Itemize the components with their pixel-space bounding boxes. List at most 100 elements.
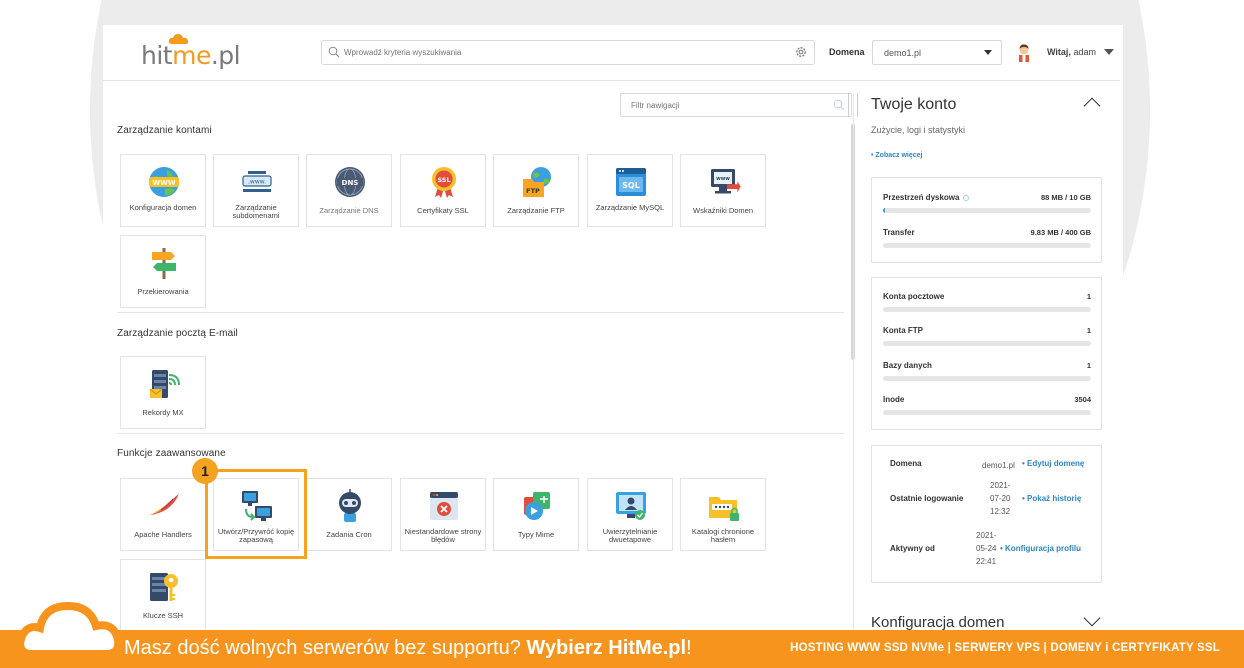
user-menu-chevron-icon[interactable] bbox=[1104, 49, 1114, 55]
step-badge: 1 bbox=[192, 458, 218, 484]
user-greeting[interactable]: Witaj, adam bbox=[1047, 47, 1096, 57]
progress-bar bbox=[883, 376, 1091, 381]
tile-domain-config[interactable]: WWW Konfiguracja domen bbox=[120, 154, 206, 227]
progress-bar bbox=[883, 410, 1091, 415]
password-folder-icon bbox=[709, 497, 739, 521]
section-divider bbox=[117, 433, 844, 434]
tile-label: Zarządzanie subdomenami bbox=[232, 203, 280, 220]
account-info-card: Domena demo1.pl • Edytuj domenę Ostatnie… bbox=[871, 445, 1102, 583]
tile-label: Klucze SSH bbox=[142, 611, 184, 620]
tile-label: Zarządzanie DNS bbox=[319, 206, 379, 215]
info-key: Domena bbox=[890, 459, 922, 468]
see-more-link[interactable]: • Zobacz więcej bbox=[871, 152, 922, 159]
stat-value: 88 MB / 10 GB bbox=[1040, 193, 1091, 202]
profile-config-link[interactable]: • Konfiguracja profilu bbox=[1000, 544, 1081, 553]
section-title-accounts: Zarządzanie kontami bbox=[117, 125, 212, 136]
tile-label: Rekordy MX bbox=[142, 408, 184, 417]
mx-server-icon bbox=[149, 370, 180, 398]
tile-label: Zarządzanie FTP bbox=[507, 206, 565, 215]
domain-label: Domena bbox=[829, 47, 865, 57]
navigation-panel: Zarządzanie kontami WWW Konfiguracja dom… bbox=[103, 82, 858, 632]
search-icon bbox=[328, 46, 340, 58]
tile-redirects[interactable]: Przekierowania bbox=[120, 235, 206, 308]
stat-name: Konta FTP bbox=[883, 326, 923, 335]
logo-cloud-icon bbox=[168, 34, 189, 44]
svg-text:DNS: DNS bbox=[342, 179, 359, 187]
section-title-advanced: Funkcje zaawansowane bbox=[117, 448, 226, 459]
tile-label: Typy Mime bbox=[517, 530, 555, 539]
svg-text:SQL: SQL bbox=[622, 181, 640, 190]
progress-bar bbox=[883, 307, 1091, 312]
info-value: demo1.pl bbox=[982, 461, 1015, 470]
banner-slogan: Masz dość wolnych serwerów bez supportu?… bbox=[124, 637, 692, 659]
two-factor-icon bbox=[616, 492, 646, 520]
tile-mysql[interactable]: SQL Zarządzanie MySQL bbox=[587, 154, 673, 227]
refresh-icon[interactable] bbox=[963, 194, 970, 201]
tile-two-factor[interactable]: Uwierzytelnianie dwuetapowe bbox=[587, 478, 673, 551]
progress-bar bbox=[883, 208, 1091, 213]
error-page-icon bbox=[430, 492, 458, 520]
domains-config-title[interactable]: Konfiguracja domen bbox=[871, 614, 1004, 631]
svg-text:WWW: WWW bbox=[152, 179, 175, 187]
tile-label: Zadania Cron bbox=[326, 530, 372, 539]
tile-mx-records[interactable]: Rekordy MX bbox=[120, 356, 206, 429]
tile-label: Konfiguracja domen bbox=[129, 203, 197, 212]
domain-select-value: demo1.pl bbox=[884, 48, 922, 58]
search-input[interactable] bbox=[344, 41, 784, 64]
tile-label: Certyfikaty SSL bbox=[417, 206, 469, 215]
progress-fill bbox=[883, 208, 885, 213]
hitme-logo[interactable]: hitme.pl bbox=[141, 41, 241, 70]
info-key: Aktywny od bbox=[890, 544, 935, 553]
ssl-certificate-icon: SSL bbox=[432, 167, 456, 198]
section-title-email: Zarządzanie pocztą E-mail bbox=[117, 328, 238, 339]
tile-ssh-keys[interactable]: Klucze SSH bbox=[120, 559, 206, 632]
progress-bar bbox=[883, 341, 1091, 346]
tile-error-pages[interactable]: Niestandardowe strony błędów bbox=[400, 478, 486, 551]
tile-apache-handlers[interactable]: Apache Handlers bbox=[120, 478, 206, 551]
search-box[interactable] bbox=[321, 40, 815, 65]
nav-filter-input[interactable] bbox=[631, 94, 821, 116]
gear-icon[interactable] bbox=[795, 46, 807, 58]
stat-name: Konta pocztowe bbox=[883, 292, 945, 301]
tile-mime-types[interactable]: Typy Mime bbox=[493, 478, 579, 551]
chevron-up-icon[interactable] bbox=[1083, 97, 1101, 115]
tile-label: Wskaźniki Domen bbox=[692, 206, 753, 215]
tile-cron-jobs[interactable]: Zadania Cron bbox=[306, 478, 392, 551]
tile-label: Zarządzanie MySQL bbox=[595, 203, 665, 212]
tile-dns[interactable]: DNS Zarządzanie DNS bbox=[306, 154, 392, 227]
domain-select[interactable]: demo1.pl bbox=[872, 40, 1002, 65]
sql-database-icon: SQL bbox=[616, 168, 646, 196]
stat-value: 1 bbox=[1086, 361, 1091, 370]
chevron-down-icon bbox=[984, 50, 992, 55]
stat-name: Przestrzeń dyskowa bbox=[883, 193, 960, 202]
counts-card: Konta pocztowe 1 Konta FTP 1 Bazy danych… bbox=[871, 277, 1102, 430]
tile-domain-pointers[interactable]: www Wskaźniki Domen bbox=[680, 154, 766, 227]
nav-filter[interactable] bbox=[620, 93, 852, 117]
login-history-link[interactable]: • Pokaż historię bbox=[1022, 494, 1081, 503]
avatar[interactable] bbox=[1016, 42, 1032, 62]
section-divider bbox=[117, 312, 844, 313]
stat-value: 9.83 MB / 400 GB bbox=[1030, 228, 1091, 237]
cloud-icon bbox=[18, 601, 123, 658]
tile-subdomains[interactable]: .www. Zarządzanie subdomenami bbox=[213, 154, 299, 227]
search-icon bbox=[833, 99, 845, 111]
promo-banner[interactable]: Masz dość wolnych serwerów bez supportu?… bbox=[0, 601, 1244, 668]
subdomain-icon: .www. bbox=[242, 171, 272, 192]
progress-bar bbox=[883, 243, 1091, 248]
svg-text:.www.: .www. bbox=[248, 179, 266, 186]
tile-label: Apache Handlers bbox=[134, 530, 192, 539]
dns-icon: DNS bbox=[335, 167, 365, 197]
info-key: Ostatnie logowanie bbox=[890, 494, 964, 503]
apache-feather-icon bbox=[150, 494, 179, 515]
account-title: Twoje konto bbox=[871, 96, 957, 113]
edit-domain-link[interactable]: • Edytuj domenę bbox=[1022, 459, 1084, 468]
stat-name: Bazy danych bbox=[883, 361, 932, 370]
domain-pointer-icon: www bbox=[711, 169, 741, 194]
tile-label: Niestandardowe strony błędów bbox=[404, 527, 482, 544]
cron-robot-icon bbox=[339, 489, 361, 522]
tile-protected-dirs[interactable]: Katalogi chronione hasłem bbox=[680, 478, 766, 551]
stat-value: 1 bbox=[1086, 292, 1091, 301]
tile-ftp[interactable]: FTP Zarządzanie FTP bbox=[493, 154, 579, 227]
chevron-down-icon[interactable] bbox=[1083, 609, 1101, 627]
tile-ssl[interactable]: SSL Certyfikaty SSL bbox=[400, 154, 486, 227]
